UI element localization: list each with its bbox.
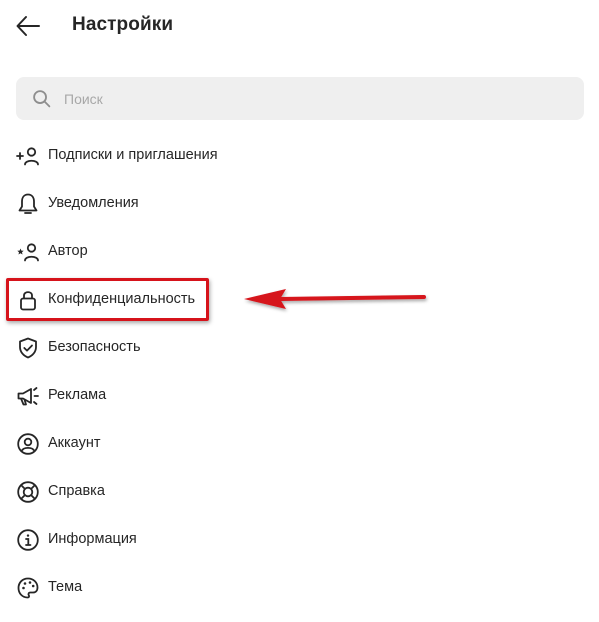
search-input[interactable] (64, 77, 564, 120)
search-icon (33, 90, 51, 108)
follow-invite-icon (16, 144, 40, 168)
header: Настройки (0, 0, 599, 52)
palette-icon (16, 576, 40, 600)
settings-menu: Подписки и приглашения Уведомления Автор (0, 132, 599, 612)
menu-item-ads[interactable]: Реклама (0, 372, 599, 420)
menu-item-theme[interactable]: Тема (0, 564, 599, 612)
settings-page: Настройки Подписки и приглашения (0, 0, 599, 622)
menu-item-label: Конфиденциальность (48, 291, 196, 307)
page-title: Настройки (72, 14, 174, 35)
menu-item-label: Безопасность (48, 339, 141, 355)
menu-item-about[interactable]: Информация (0, 516, 599, 564)
menu-item-label: Уведомления (48, 195, 139, 211)
lock-icon (16, 288, 40, 312)
creator-icon (16, 240, 40, 264)
menu-item-account[interactable]: Аккаунт (0, 420, 599, 468)
menu-item-label: Тема (48, 579, 83, 595)
bell-icon (16, 192, 40, 216)
search-bar[interactable] (16, 77, 584, 120)
info-icon (16, 528, 40, 552)
account-circle-icon (16, 432, 40, 456)
menu-item-creator[interactable]: Автор (0, 228, 599, 276)
arrow-left-icon (16, 16, 40, 36)
menu-item-label: Автор (48, 243, 88, 259)
menu-item-follow-invite[interactable]: Подписки и приглашения (0, 132, 599, 180)
shield-check-icon (16, 336, 40, 360)
menu-item-privacy[interactable]: Конфиденциальность (0, 276, 599, 324)
menu-item-security[interactable]: Безопасность (0, 324, 599, 372)
megaphone-icon (16, 384, 40, 408)
lifebuoy-icon (16, 480, 40, 504)
menu-item-label: Реклама (48, 387, 107, 403)
menu-item-label: Подписки и приглашения (48, 147, 218, 163)
back-button[interactable] (14, 12, 42, 40)
menu-item-label: Информация (48, 531, 137, 547)
menu-item-label: Аккаунт (48, 435, 101, 451)
menu-item-help[interactable]: Справка (0, 468, 599, 516)
menu-item-notifications[interactable]: Уведомления (0, 180, 599, 228)
menu-item-label: Справка (48, 483, 105, 499)
